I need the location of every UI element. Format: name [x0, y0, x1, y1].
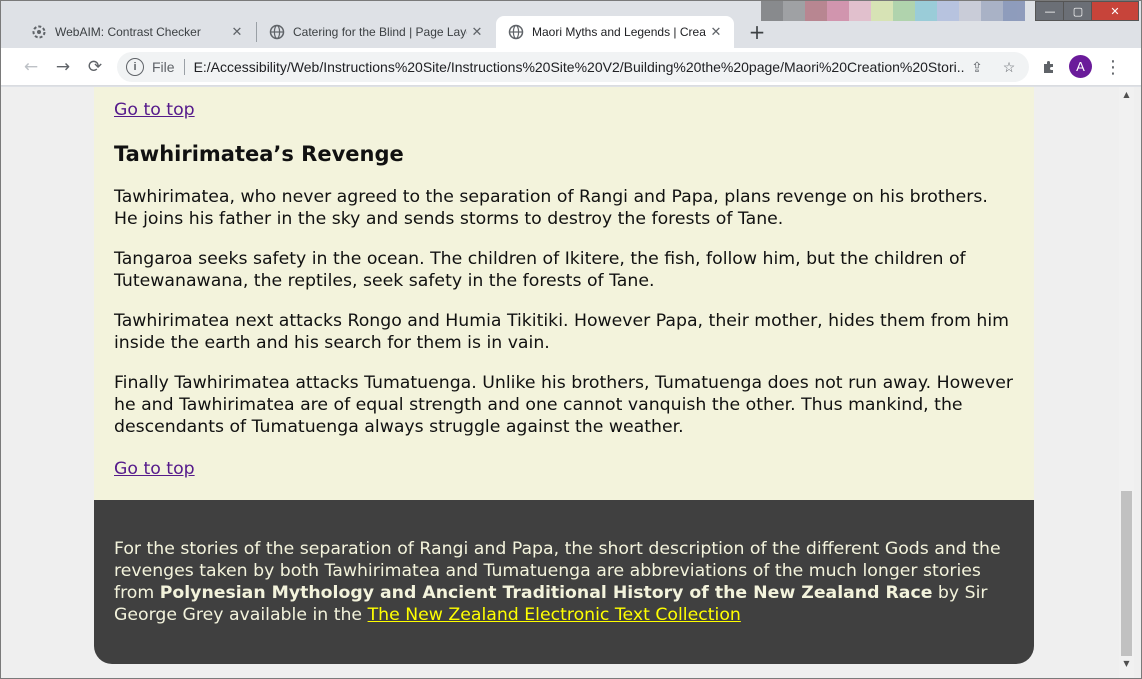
tab-title: Maori Myths and Legends | Creation: [532, 25, 706, 39]
menu-button[interactable]: ⋮: [1099, 53, 1127, 81]
minimize-button[interactable]: —: [1035, 1, 1065, 21]
extensions-button[interactable]: [1035, 53, 1063, 81]
tab-strip: WebAIM: Contrast Checker ✕ Catering for …: [1, 1, 1141, 48]
profile-avatar[interactable]: A: [1069, 55, 1092, 78]
scroll-up-arrow-icon[interactable]: ▲: [1119, 87, 1134, 102]
file-scheme-chip: File: [152, 59, 175, 75]
browser-toolbar: ← → ⟳ i File E:/Accessibility/Web/Instru…: [1, 48, 1141, 86]
share-icon[interactable]: ⇪: [965, 59, 989, 76]
paragraph: Finally Tawhirimatea attacks Tumatuenga.…: [114, 373, 1013, 437]
tab-maori-myths[interactable]: Maori Myths and Legends | Creation ✕: [496, 16, 734, 48]
reload-button[interactable]: ⟳: [81, 53, 109, 81]
forward-button[interactable]: →: [49, 53, 77, 81]
url-text[interactable]: E:/Accessibility/Web/Instructions%20Site…: [194, 59, 965, 75]
background-color-palette: [761, 1, 1031, 21]
tab-title: Catering for the Blind | Page Layout: [293, 25, 467, 39]
go-to-top-link[interactable]: Go to top: [114, 99, 195, 121]
page-footer: For the stories of the separation of Ran…: [94, 500, 1034, 664]
globe-icon: [508, 24, 524, 40]
back-arrow-icon: ←: [23, 57, 39, 77]
book-title: Polynesian Mythology and Ancient Traditi…: [159, 583, 933, 603]
tab-close-icon[interactable]: ✕: [467, 24, 487, 40]
page-viewport: Go to top Tawhirimatea’s Revenge Tawhiri…: [1, 87, 1141, 678]
article-section: Go to top Tawhirimatea’s Revenge Tawhiri…: [94, 87, 1034, 500]
tab-title: WebAIM: Contrast Checker: [55, 25, 201, 39]
maximize-button[interactable]: ▢: [1063, 1, 1093, 21]
close-window-button[interactable]: ✕: [1091, 1, 1139, 21]
address-bar[interactable]: i File E:/Accessibility/Web/Instructions…: [117, 52, 1029, 82]
paragraph: Tangaroa seeks safety in the ocean. The …: [114, 249, 966, 291]
nzetc-link[interactable]: The New Zealand Electronic Text Collecti…: [368, 605, 741, 625]
paragraph: Tawhirimatea next attacks Rongo and Humi…: [114, 311, 1010, 353]
globe-icon: [269, 24, 285, 40]
tab-catering[interactable]: Catering for the Blind | Page Layout ✕: [257, 16, 495, 48]
new-tab-button[interactable]: +: [743, 18, 771, 46]
forward-arrow-icon: →: [55, 57, 71, 77]
tab-close-icon[interactable]: ✕: [227, 24, 247, 40]
go-to-top-link[interactable]: Go to top: [114, 458, 195, 480]
bookmark-star-icon[interactable]: ☆: [997, 59, 1021, 76]
tab-webaim[interactable]: WebAIM: Contrast Checker ✕: [19, 16, 255, 48]
vertical-scrollbar[interactable]: ▲ ▼: [1119, 87, 1134, 678]
scroll-thumb[interactable]: [1121, 491, 1132, 656]
kebab-menu-icon: ⋮: [1104, 56, 1122, 78]
section-heading: Tawhirimatea’s Revenge: [114, 142, 404, 166]
tab-close-icon[interactable]: ✕: [706, 24, 726, 40]
browser-window: WebAIM: Contrast Checker ✕ Catering for …: [0, 0, 1142, 679]
address-divider: [183, 59, 185, 75]
reload-icon: ⟳: [87, 57, 103, 77]
back-button[interactable]: ←: [17, 53, 45, 81]
scroll-down-arrow-icon[interactable]: ▼: [1119, 656, 1134, 671]
webaim-favicon-icon: [31, 24, 47, 40]
paragraph: Tawhirimatea, who never agreed to the se…: [114, 187, 988, 229]
info-icon[interactable]: i: [126, 58, 144, 76]
puzzle-icon: [1044, 61, 1053, 73]
footer-note: For the stories of the separation of Ran…: [114, 538, 1014, 626]
